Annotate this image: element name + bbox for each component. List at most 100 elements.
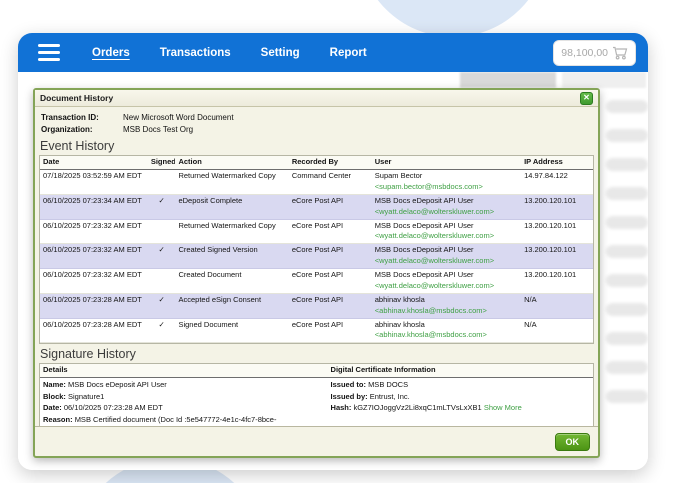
signature-table-header: Details Digital Certificate Information <box>40 364 593 379</box>
field-label: Name: <box>43 380 69 390</box>
field-value: MSB Certified document (Doc Id :5e547772… <box>74 415 277 425</box>
signature-line: Reason: MSB Certified document (Doc Id :… <box>40 414 328 426</box>
event-action: Created Signed Version <box>178 245 258 255</box>
event-date: 06/10/2025 07:23:28 AM EDT <box>43 319 142 329</box>
transaction-id-label: Transaction ID: <box>41 113 99 122</box>
show-more-link[interactable]: Show More <box>482 403 522 412</box>
hamburger-menu-icon[interactable] <box>38 44 60 61</box>
event-row: 07/18/2025 03:52:59 AM EDT Returned Water… <box>40 170 593 195</box>
nav-item-orders[interactable]: Orders <box>92 47 130 59</box>
placeholder-bar <box>460 72 556 88</box>
placeholder-bar <box>606 158 648 171</box>
signature-history-table: Details Digital Certificate Information … <box>39 363 594 426</box>
signed-check-icon <box>148 220 176 222</box>
field-value: Signature1 <box>68 391 105 401</box>
dialog-titlebar: Document History ✕ <box>35 90 598 107</box>
nav-item-transactions[interactable]: Transactions <box>160 47 231 59</box>
event-user: Supam Bector <supam.bector@msbdocs.com> <box>372 170 521 194</box>
dialog-title: Document History <box>40 93 114 103</box>
field-label: Hash: <box>330 403 354 413</box>
user-name: MSB Docs eDeposit API User <box>374 195 474 205</box>
event-recorded-by: eCore Post API <box>291 195 344 205</box>
column-header: Signed <box>150 157 176 167</box>
user-email: <abhinav.khosla@msbdocs.com> <box>374 330 487 340</box>
field-value: Entrust, Inc. <box>369 391 410 401</box>
certificate-info: Issued to: MSB DOCS Issued by: Entrust, I… <box>328 378 593 426</box>
signed-check-icon: ✓ <box>158 319 165 329</box>
event-action: Accepted eSign Consent <box>178 294 262 304</box>
column-header: IP Address <box>524 157 563 167</box>
signature-line: Hash: kGZ7IOJoggVz2Li8xqC1mLTVsLxXB1 Sho… <box>328 402 593 414</box>
event-user: MSB Docs eDeposit API User <wyatt.delaco@… <box>372 220 521 244</box>
event-date: 07/18/2025 03:52:59 AM EDT <box>43 171 142 181</box>
user-name: Supam Bector <box>374 171 423 181</box>
event-ip-address: 13.200.120.101 <box>524 220 577 230</box>
nav-item-setting[interactable]: Setting <box>261 47 300 59</box>
event-row: 06/10/2025 07:23:32 AM EDT ✓ Created Signe… <box>40 244 593 270</box>
cart-widget[interactable]: 98,100,00 <box>553 39 636 66</box>
user-email: <wyatt.delaco@wolterskluwer.com> <box>374 206 495 216</box>
placeholder-bar <box>606 216 648 229</box>
cart-value: 98,100,00 <box>561 46 608 59</box>
signature-line: Issued by: Entrust, Inc. <box>328 391 593 403</box>
event-recorded-by: Command Center <box>291 171 352 181</box>
event-ip-address: 14.97.84.122 <box>524 171 568 181</box>
placeholder-bar <box>606 303 648 316</box>
event-user: abhinav khosla <abhinav.khosla@msbdocs.c… <box>372 294 521 318</box>
event-date: 06/10/2025 07:23:32 AM EDT <box>43 270 142 280</box>
event-recorded-by: eCore Post API <box>291 270 344 280</box>
signed-check-icon: ✓ <box>158 294 165 304</box>
top-navbar: Orders Transactions Setting Report 98,100,0… <box>18 33 648 72</box>
signature-history-heading: Signature History <box>40 347 136 362</box>
event-ip-address: 13.200.120.101 <box>524 270 577 280</box>
event-recorded-by: eCore Post API <box>291 220 344 230</box>
ok-button[interactable]: OK <box>554 432 590 451</box>
field-label: Date: <box>43 403 64 413</box>
event-date: 06/10/2025 07:23:28 AM EDT <box>43 294 142 304</box>
column-header: Details <box>43 365 68 375</box>
document-history-dialog: Document History ✕ Transaction ID: New M… <box>33 88 600 458</box>
field-label: Issued by: <box>330 391 370 401</box>
event-date: 06/10/2025 07:23:32 AM EDT <box>43 245 142 255</box>
user-name: abhinav khosla <box>374 294 425 304</box>
event-action: Created Document <box>178 270 242 280</box>
user-email: <abhinav.khosla@msbdocs.com> <box>374 305 487 315</box>
event-date: 06/10/2025 07:23:32 AM EDT <box>43 220 142 230</box>
event-recorded-by: eCore Post API <box>291 319 344 329</box>
column-header: Recorded By <box>291 157 339 167</box>
signed-check-icon <box>148 170 176 172</box>
placeholder-bar <box>606 187 648 200</box>
user-name: MSB Docs eDeposit API User <box>374 245 474 255</box>
event-user: abhinav khosla <abhinav.khosla@msbdocs.c… <box>372 319 521 343</box>
event-row: 06/10/2025 07:23:32 AM EDT Returned Water… <box>40 219 593 245</box>
event-row: 06/10/2025 07:23:32 AM EDT Created Docume… <box>40 269 593 294</box>
placeholder-bar <box>606 100 648 113</box>
signature-line: Date: 06/10/2025 07:23:28 AM EDT <box>40 402 328 414</box>
event-action: eDeposit Complete <box>178 195 243 205</box>
event-row: 06/10/2025 07:23:28 AM EDT ✓ Signed Docume… <box>40 318 593 344</box>
page-content: Document History ✕ Transaction ID: New M… <box>18 72 648 470</box>
placeholder-bar <box>606 361 648 374</box>
field-value: 06/10/2025 07:23:28 AM EDT <box>63 403 163 413</box>
signature-line: Issued to: MSB DOCS <box>328 379 593 391</box>
nav-item-report[interactable]: Report <box>330 47 367 59</box>
field-value: kGZ7IOJoggVz2Li8xqC1mLTVsLxXB1 <box>353 403 482 413</box>
field-value: MSB Docs eDeposit API User <box>68 380 167 390</box>
user-name: MSB Docs eDeposit API User <box>374 220 474 230</box>
signature-line: Name: MSB Docs eDeposit API User <box>40 379 328 391</box>
event-history-heading: Event History <box>40 139 115 154</box>
event-ip-address: N/A <box>524 319 537 329</box>
page-background: Orders Transactions Setting Report 98,100,0… <box>0 0 679 483</box>
close-button[interactable]: ✕ <box>580 91 593 105</box>
placeholder-bar <box>562 72 646 88</box>
dialog-body: Transaction ID: New Microsoft Word Docum… <box>35 107 598 426</box>
organization-label: Organization: <box>41 124 93 134</box>
placeholder-bar <box>606 245 648 258</box>
placeholder-bar <box>606 332 648 345</box>
event-ip-address: 13.200.120.101 <box>524 195 577 205</box>
event-row: 06/10/2025 07:23:28 AM EDT ✓ Accepted eSig… <box>40 293 593 319</box>
event-row: 06/10/2025 07:23:34 AM EDT ✓ eDeposit Comp… <box>40 194 593 220</box>
organization-value: MSB Docs Test Org <box>123 124 194 134</box>
signature-table-body: Name: MSB Docs eDeposit API User Block: S… <box>40 378 593 426</box>
transaction-id-value: New Microsoft Word Document <box>123 113 234 122</box>
